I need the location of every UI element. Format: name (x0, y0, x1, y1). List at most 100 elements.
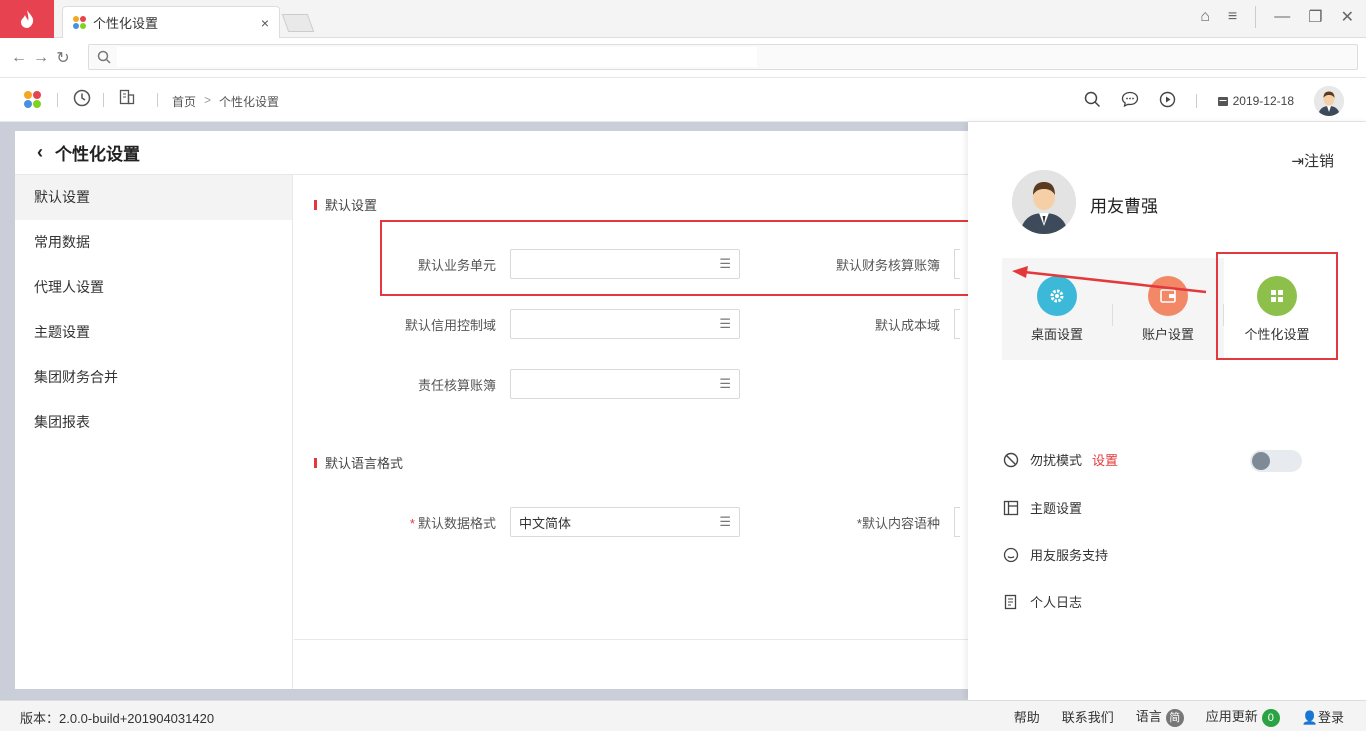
quick-label: 账户设置 (1141, 327, 1194, 342)
panel-item-theme[interactable]: 主题设置 (1002, 498, 1082, 517)
url-input[interactable] (88, 44, 1358, 70)
app-update-button[interactable]: 应用更新 0 (1206, 706, 1280, 727)
app-logo-icon[interactable] (0, 0, 54, 38)
account-settings-button[interactable]: 账户设置 (1113, 258, 1223, 360)
field-row-finance-book: 默认财务核算账簿 (794, 249, 960, 279)
content-footer-divider (294, 639, 968, 640)
personalize-settings-button[interactable]: 个性化设置 (1216, 252, 1338, 360)
list-icon[interactable]: ☰ (719, 256, 731, 272)
restore-icon[interactable]: ❐ (1308, 7, 1322, 27)
contact-link[interactable]: 联系我们 (1062, 707, 1114, 726)
divider (103, 93, 104, 107)
do-not-disturb-row: 勿扰模式 设置 (1002, 450, 1118, 469)
sidebar-item-theme-settings[interactable]: 主题设置 (15, 310, 292, 355)
close-window-icon[interactable]: ✕ (1341, 7, 1354, 27)
panel-item-label: 用友服务支持 (1030, 548, 1109, 563)
url-field[interactable] (117, 47, 757, 67)
dnd-toggle[interactable] (1250, 450, 1302, 472)
field-label: 责任核算账簿 (417, 377, 496, 393)
skin-icon[interactable]: ⌂ (1200, 8, 1210, 26)
user-avatar[interactable] (1314, 86, 1344, 116)
page-title-bar: ‹ 个性化设置 (15, 131, 968, 175)
section-title-language: 默认语言格式 (314, 453, 403, 472)
login-button[interactable]: 👤登录 (1302, 707, 1344, 726)
language-button[interactable]: 语言简 (1136, 706, 1184, 727)
panel-item-label: 主题设置 (1030, 501, 1083, 516)
finance-book-input[interactable] (954, 249, 960, 279)
gear-icon (1037, 276, 1077, 316)
divider (157, 93, 158, 107)
settings-card: ‹ 个性化设置 默认设置 常用数据 代理人设置 主题设置 集团财务合并 集团报表… (15, 131, 968, 689)
logout-icon: ⇥ (1291, 153, 1304, 170)
building-icon[interactable] (119, 89, 135, 110)
user-name: 用友曹强 (1090, 197, 1158, 216)
tab-close-icon[interactable]: × (261, 15, 269, 31)
field-value: 中文简体 (519, 515, 572, 531)
forward-icon[interactable]: → (30, 49, 52, 67)
sidebar-item-default-settings[interactable]: 默认设置 (15, 175, 292, 220)
list-icon[interactable]: ☰ (719, 376, 731, 392)
panel-item-label: 个人日志 (1030, 595, 1083, 610)
sidebar-item-common-data[interactable]: 常用数据 (15, 220, 292, 265)
field-label-text: 默认内容语种 (861, 515, 940, 531)
sidebar-item-group-finance-consolidation[interactable]: 集团财务合并 (15, 355, 292, 400)
list-icon[interactable]: ☰ (719, 316, 731, 332)
yonyou-favicon-icon (73, 15, 87, 30)
status-bar: 版本：2.0.0-build+201904031420 帮助 联系我们 语言简 … (0, 700, 1366, 731)
grid-icon (1257, 276, 1297, 316)
section-marker (314, 199, 317, 210)
panel-item-personal-log[interactable]: 个人日志 (1002, 592, 1082, 611)
section-title-default: 默认设置 (314, 195, 377, 214)
browser-tab-bar: 个性化设置 × ⌂ ≡ — ❐ ✕ (0, 0, 1366, 38)
back-icon[interactable]: ← (8, 49, 30, 67)
date-display: 2019-12-18 (1217, 94, 1294, 108)
main-stage: ‹ 个性化设置 默认设置 常用数据 代理人设置 主题设置 集团财务合并 集团报表… (0, 122, 968, 700)
back-arrow-icon[interactable]: ‹ (37, 142, 43, 163)
reload-icon[interactable]: ↻ (52, 48, 74, 68)
panel-item-support[interactable]: 用友服务支持 (1002, 545, 1108, 564)
settings-content: 默认设置 默认业务单元 ☰ 默认财务核算账簿 默认信用控制域 ☰ 默认成本域 责… (294, 175, 968, 689)
responsibility-book-input[interactable]: ☰ (510, 369, 740, 399)
minimize-icon[interactable]: — (1274, 8, 1290, 26)
search-icon[interactable] (1084, 91, 1101, 111)
breadcrumb-home[interactable]: 首页 (172, 93, 196, 110)
avatar-man-icon (1314, 86, 1344, 116)
play-icon[interactable] (1159, 91, 1176, 111)
search-icon (97, 50, 111, 64)
avatar-man-icon (1012, 170, 1076, 234)
cost-domain-input[interactable] (954, 309, 960, 339)
wallet-icon (1148, 276, 1188, 316)
divider (57, 93, 58, 107)
content-language-input[interactable] (954, 507, 960, 537)
breadcrumb-separator: > (204, 93, 212, 107)
flame-icon (21, 10, 34, 28)
field-label: 默认成本域 (874, 317, 940, 333)
credit-control-input[interactable]: ☰ (510, 309, 740, 339)
logout-button[interactable]: ⇥注销 (1291, 150, 1334, 171)
address-bar: ← → ↻ (0, 38, 1366, 78)
update-label: 应用更新 (1205, 709, 1258, 724)
new-tab-button[interactable] (281, 14, 315, 32)
browser-tab[interactable]: 个性化设置 × (62, 6, 280, 38)
desktop-settings-button[interactable]: 桌面设置 (1002, 258, 1112, 360)
divider (1255, 6, 1257, 28)
help-link[interactable]: 帮助 (1014, 707, 1040, 726)
message-icon[interactable] (1121, 91, 1139, 111)
quick-label: 个性化设置 (1244, 327, 1310, 342)
field-label: 默认业务单元 (417, 257, 496, 273)
list-icon[interactable]: ☰ (719, 514, 731, 530)
user-avatar-large[interactable] (1012, 170, 1076, 234)
dnd-settings-link[interactable]: 设置 (1092, 450, 1118, 469)
sidebar-item-agent-settings[interactable]: 代理人设置 (15, 265, 292, 310)
business-unit-input[interactable]: ☰ (510, 249, 740, 279)
sidebar-item-group-reports[interactable]: 集团报表 (15, 400, 292, 445)
yonyou-logo-icon[interactable] (24, 91, 42, 109)
data-format-select[interactable]: 中文简体 ☰ (510, 507, 740, 537)
quick-label: 桌面设置 (1030, 327, 1083, 342)
menu-icon[interactable]: ≡ (1228, 8, 1237, 26)
user-panel: ⇥注销 用友曹强 桌面设置 账户设置 个性化设置 勿扰模式 设置 主题设置 用友… (968, 122, 1366, 700)
field-row-content-language: *默认内容语种 (794, 507, 960, 537)
clock-icon[interactable] (73, 89, 91, 112)
field-label: * 默认数据格式 (310, 513, 510, 532)
smile-icon (1002, 546, 1020, 564)
